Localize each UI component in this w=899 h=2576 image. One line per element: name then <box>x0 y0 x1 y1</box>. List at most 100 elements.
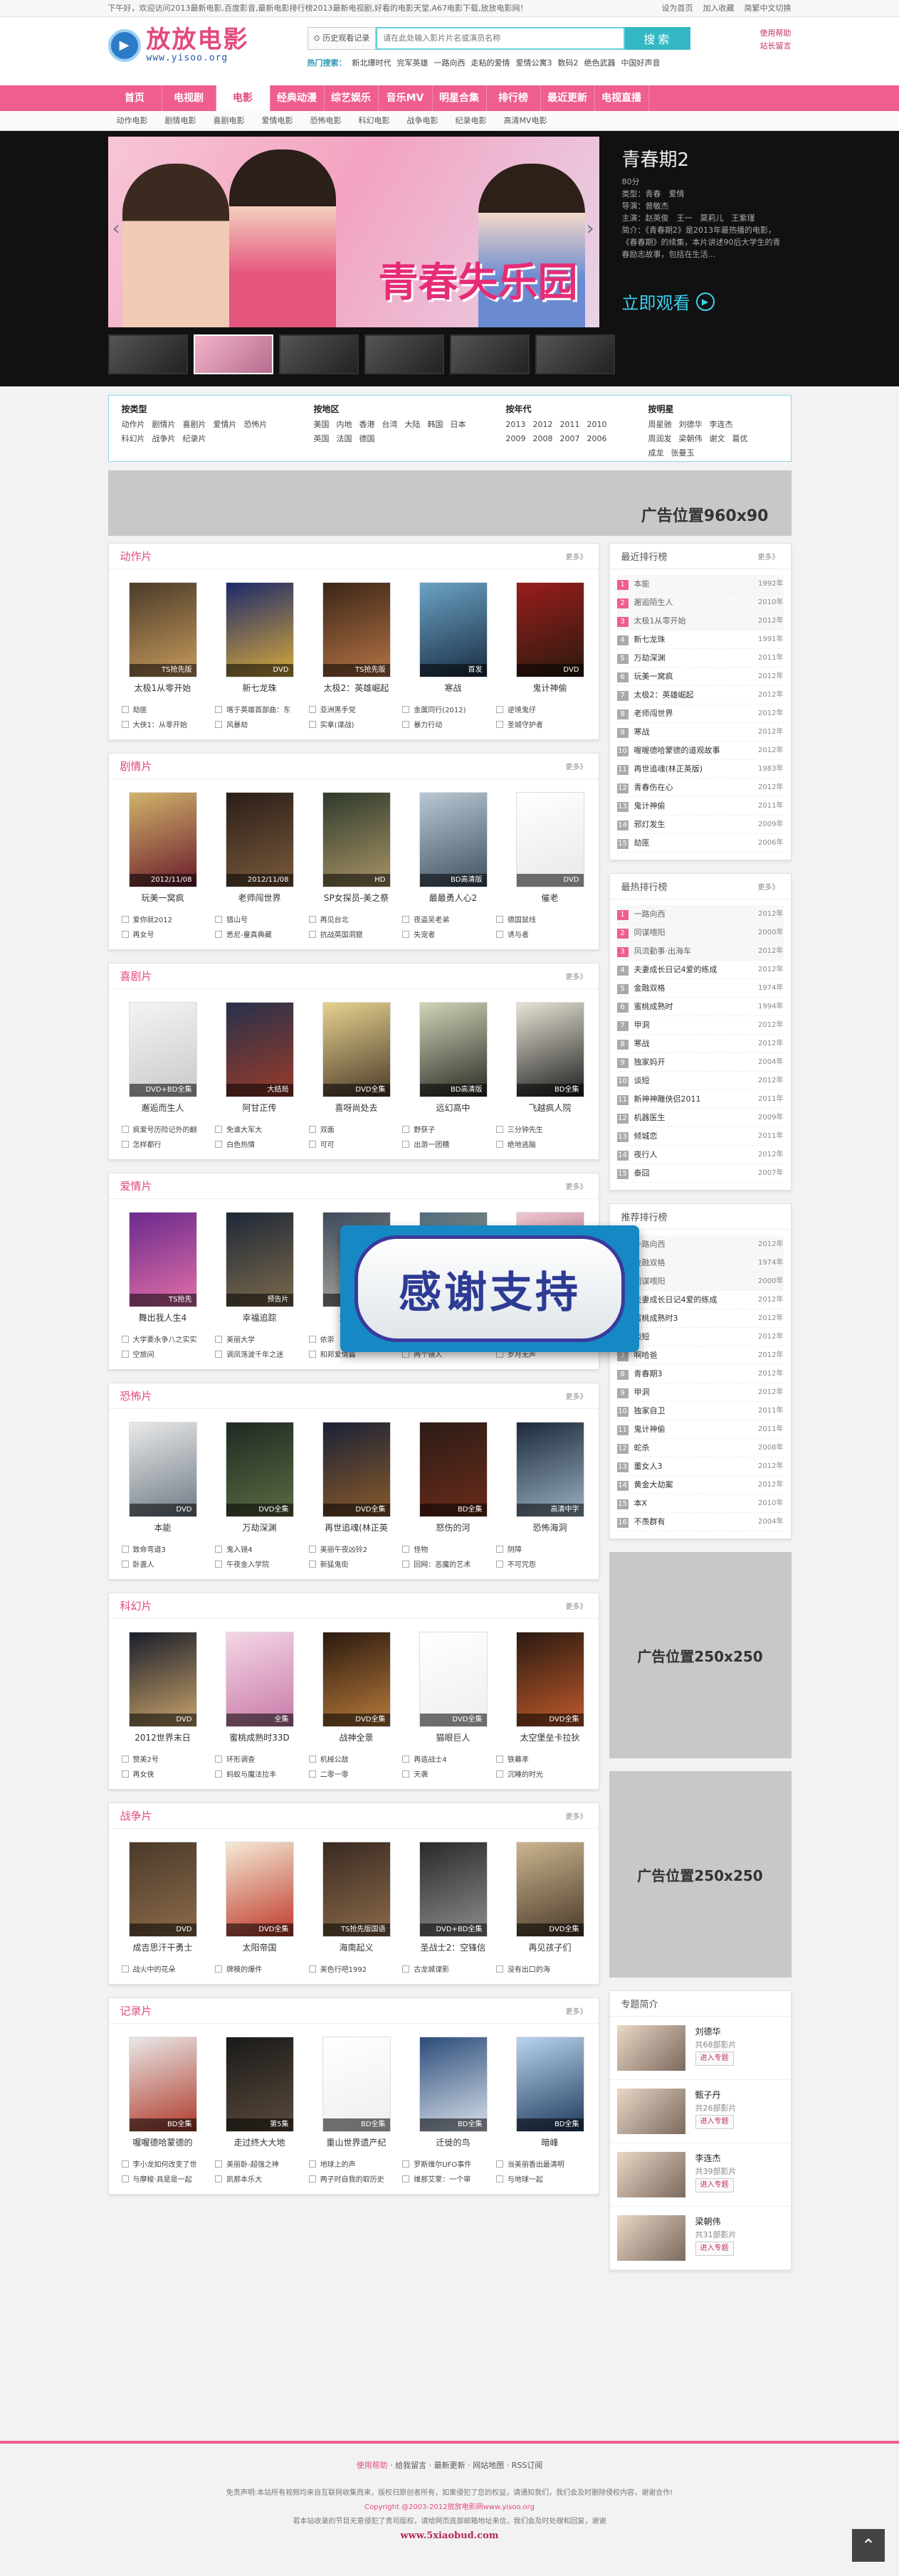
text-link[interactable]: 金属同行(2012) <box>402 704 492 714</box>
rank-name[interactable]: 夫妻成长日记4爱的练成 <box>634 965 717 974</box>
movie-title[interactable]: 飞越疯人院 <box>516 1102 584 1114</box>
rank-name[interactable]: 啊哈爸 <box>634 1351 658 1360</box>
text-link[interactable]: 维那艾蒙：一个审 <box>402 2173 492 2184</box>
text-link[interactable]: 凯那本乐大 <box>215 2173 305 2184</box>
filter-option[interactable]: 爱情片 <box>214 419 237 431</box>
rank-row[interactable]: 16 不羡群有 2004年 <box>616 1513 784 1531</box>
hot-item[interactable]: 中国好声音 <box>621 57 661 68</box>
movie-title[interactable]: 鬼计神偷 <box>516 682 584 694</box>
filter-option[interactable]: 周星驰 <box>648 419 672 431</box>
filter-option[interactable]: 喜剧片 <box>183 419 206 431</box>
add-favorite-link[interactable]: 加入收藏 <box>703 0 735 17</box>
movie-poster[interactable]: BD全集 <box>419 1422 488 1517</box>
text-link[interactable]: 地球上的声 <box>309 2158 399 2169</box>
text-link[interactable]: 出游一团糟 <box>402 1139 492 1149</box>
movie-card[interactable]: 2012/11/08 老师闯世界 <box>225 792 294 904</box>
text-link[interactable]: 大侠1：从零开始 <box>122 719 211 729</box>
search-button[interactable]: 搜索 <box>625 27 691 50</box>
text-link[interactable]: 怪物 <box>402 1543 492 1554</box>
more-link[interactable]: 更多》 <box>566 971 587 981</box>
hot-item[interactable]: 新北爆时代 <box>352 57 391 68</box>
rank-row[interactable]: 3 凤流勤事·出海车 2012年 <box>616 942 784 961</box>
movie-card[interactable]: BD高清版 远幻高中 <box>419 1002 488 1114</box>
movie-title[interactable]: 2012世界末日 <box>129 1731 197 1743</box>
nav-ranking[interactable]: 排行榜 <box>487 85 541 111</box>
movie-poster[interactable]: 高清中字 <box>515 1422 584 1517</box>
movie-card[interactable]: 第5集 走过终大大地 <box>225 2037 294 2148</box>
text-link[interactable]: 空旅间 <box>122 1348 211 1359</box>
rank-row[interactable]: 2金融双格1974年 <box>616 1254 784 1272</box>
rank-name[interactable]: 寒战 <box>634 727 650 737</box>
filter-option[interactable]: 德国 <box>359 433 375 445</box>
rank-row[interactable]: 13 董女人3 2012年 <box>616 1457 784 1476</box>
rank-name[interactable]: 独家自卫 <box>634 1406 666 1415</box>
rank-row[interactable]: 1一路向西2012年 <box>616 1235 784 1254</box>
rank-name[interactable]: 劫匪 <box>634 838 650 848</box>
movie-title[interactable]: 太空堡垒卡拉狄 <box>516 1731 584 1743</box>
rank-row[interactable]: 4夫妻成长日记4爱的练成2012年 <box>616 961 784 979</box>
movie-card[interactable]: DVD全集 万劫深渊 <box>225 1422 294 1534</box>
text-link[interactable]: 诱与者 <box>496 929 586 939</box>
rank-row[interactable]: 15 本X 2010年 <box>616 1494 784 1513</box>
text-link[interactable]: 失宠者 <box>402 929 492 939</box>
text-link[interactable]: 实拿(谍战) <box>309 719 399 729</box>
nav-variety[interactable]: 综艺娱乐 <box>325 85 379 111</box>
rank-row[interactable]: 11 再世追魂(林正英版) 1983年 <box>616 760 784 778</box>
movie-title[interactable]: SP女探员-美之祭 <box>322 892 391 904</box>
more-link[interactable]: 更多》 <box>566 2005 587 2016</box>
rank-name[interactable]: 夜行人 <box>634 1150 658 1159</box>
footer-link[interactable]: 网站地图 <box>473 2461 504 2470</box>
back-to-top-icon[interactable]: ⌃ <box>852 2529 885 2562</box>
text-link[interactable]: 美色行吧1992 <box>309 1963 399 1974</box>
rank-row[interactable]: 15 泰囧 2007年 <box>616 1164 784 1183</box>
footer-link[interactable]: 使用帮助 <box>357 2461 388 2470</box>
filter-option[interactable]: 2006 <box>587 433 607 445</box>
text-link[interactable]: 午夜金入学院 <box>215 1558 305 1569</box>
movie-title[interactable]: 万劫深渊 <box>226 1521 294 1534</box>
movie-card[interactable]: BD高清版 最最勇人心2 <box>419 792 488 904</box>
movie-card[interactable]: 全集 蜜桃成熟时33D <box>225 1632 294 1743</box>
filter-option[interactable]: 法国 <box>337 433 352 445</box>
movie-card[interactable]: DVD 本能 <box>128 1422 197 1534</box>
hot-item[interactable]: 数码2 <box>558 57 579 68</box>
star-photo[interactable] <box>616 2152 685 2197</box>
rank-name[interactable]: 老师闯世界 <box>634 709 673 718</box>
more-link[interactable]: 更多》 <box>566 1181 587 1191</box>
rank-name[interactable]: 邪灯发生 <box>634 820 666 829</box>
movie-title[interactable]: 怒伤的河 <box>419 1521 488 1534</box>
more-link[interactable]: 更多》 <box>758 551 779 561</box>
next-arrow-icon[interactable]: › <box>587 216 594 240</box>
text-link[interactable]: 赞美2号 <box>122 1753 211 1764</box>
movie-poster[interactable]: DVD全集 <box>419 1632 488 1727</box>
movie-poster[interactable]: DVD+BD全集 <box>419 1842 488 1937</box>
text-link[interactable]: 再女侠 <box>122 1768 211 1779</box>
filter-option[interactable]: 2011 <box>560 419 580 431</box>
rank-row[interactable]: 4夫妻成长日记4爱的练成2012年 <box>616 1291 784 1309</box>
rank-name[interactable]: 玩美一窝疯 <box>634 672 673 681</box>
movie-poster[interactable]: BD全集 <box>322 2037 391 2132</box>
star-name[interactable]: 梁朝伟 <box>695 2217 721 2227</box>
rank-name[interactable]: 甲洞 <box>634 1388 650 1397</box>
rank-name[interactable]: 泰囧 <box>634 1168 650 1178</box>
movie-title[interactable]: 太阳帝国 <box>226 1941 294 1953</box>
text-link[interactable]: 没有出口的海 <box>496 1963 586 1974</box>
movie-card[interactable]: DVD全集 太阳帝国 <box>225 1842 294 1953</box>
movie-poster[interactable]: 首发 <box>419 582 488 677</box>
text-link[interactable]: 美丽大学 <box>215 1334 305 1344</box>
more-link[interactable]: 更多》 <box>566 551 587 561</box>
text-link[interactable]: 美丽午夜凶铃2 <box>309 1543 399 1554</box>
nav-home[interactable]: 首页 <box>108 85 162 111</box>
text-link[interactable]: 免谁大军大 <box>215 1124 305 1134</box>
filter-option[interactable]: 日本 <box>451 419 466 431</box>
movie-title[interactable]: 走过终大大地 <box>226 2136 294 2148</box>
rank-row[interactable]: 5 万劫深渊 2011年 <box>616 649 784 667</box>
text-link[interactable]: 新猛鬼街 <box>309 1558 399 1569</box>
movie-poster[interactable]: BD全集 <box>419 2037 488 2132</box>
rank-name[interactable]: 新神神雕侠侣2011 <box>634 1094 701 1104</box>
filter-option[interactable]: 科幻片 <box>122 433 145 445</box>
movie-card[interactable]: DVD 成吉思汗干勇士 <box>128 1842 197 1953</box>
movie-title[interactable]: 恐怖海洞 <box>516 1521 584 1534</box>
text-link[interactable]: 抗战英国洞窟 <box>309 929 399 939</box>
rank-row[interactable]: 9 独家妈开 2004年 <box>616 1053 784 1072</box>
text-link[interactable]: 不可咒怨 <box>496 1558 586 1569</box>
